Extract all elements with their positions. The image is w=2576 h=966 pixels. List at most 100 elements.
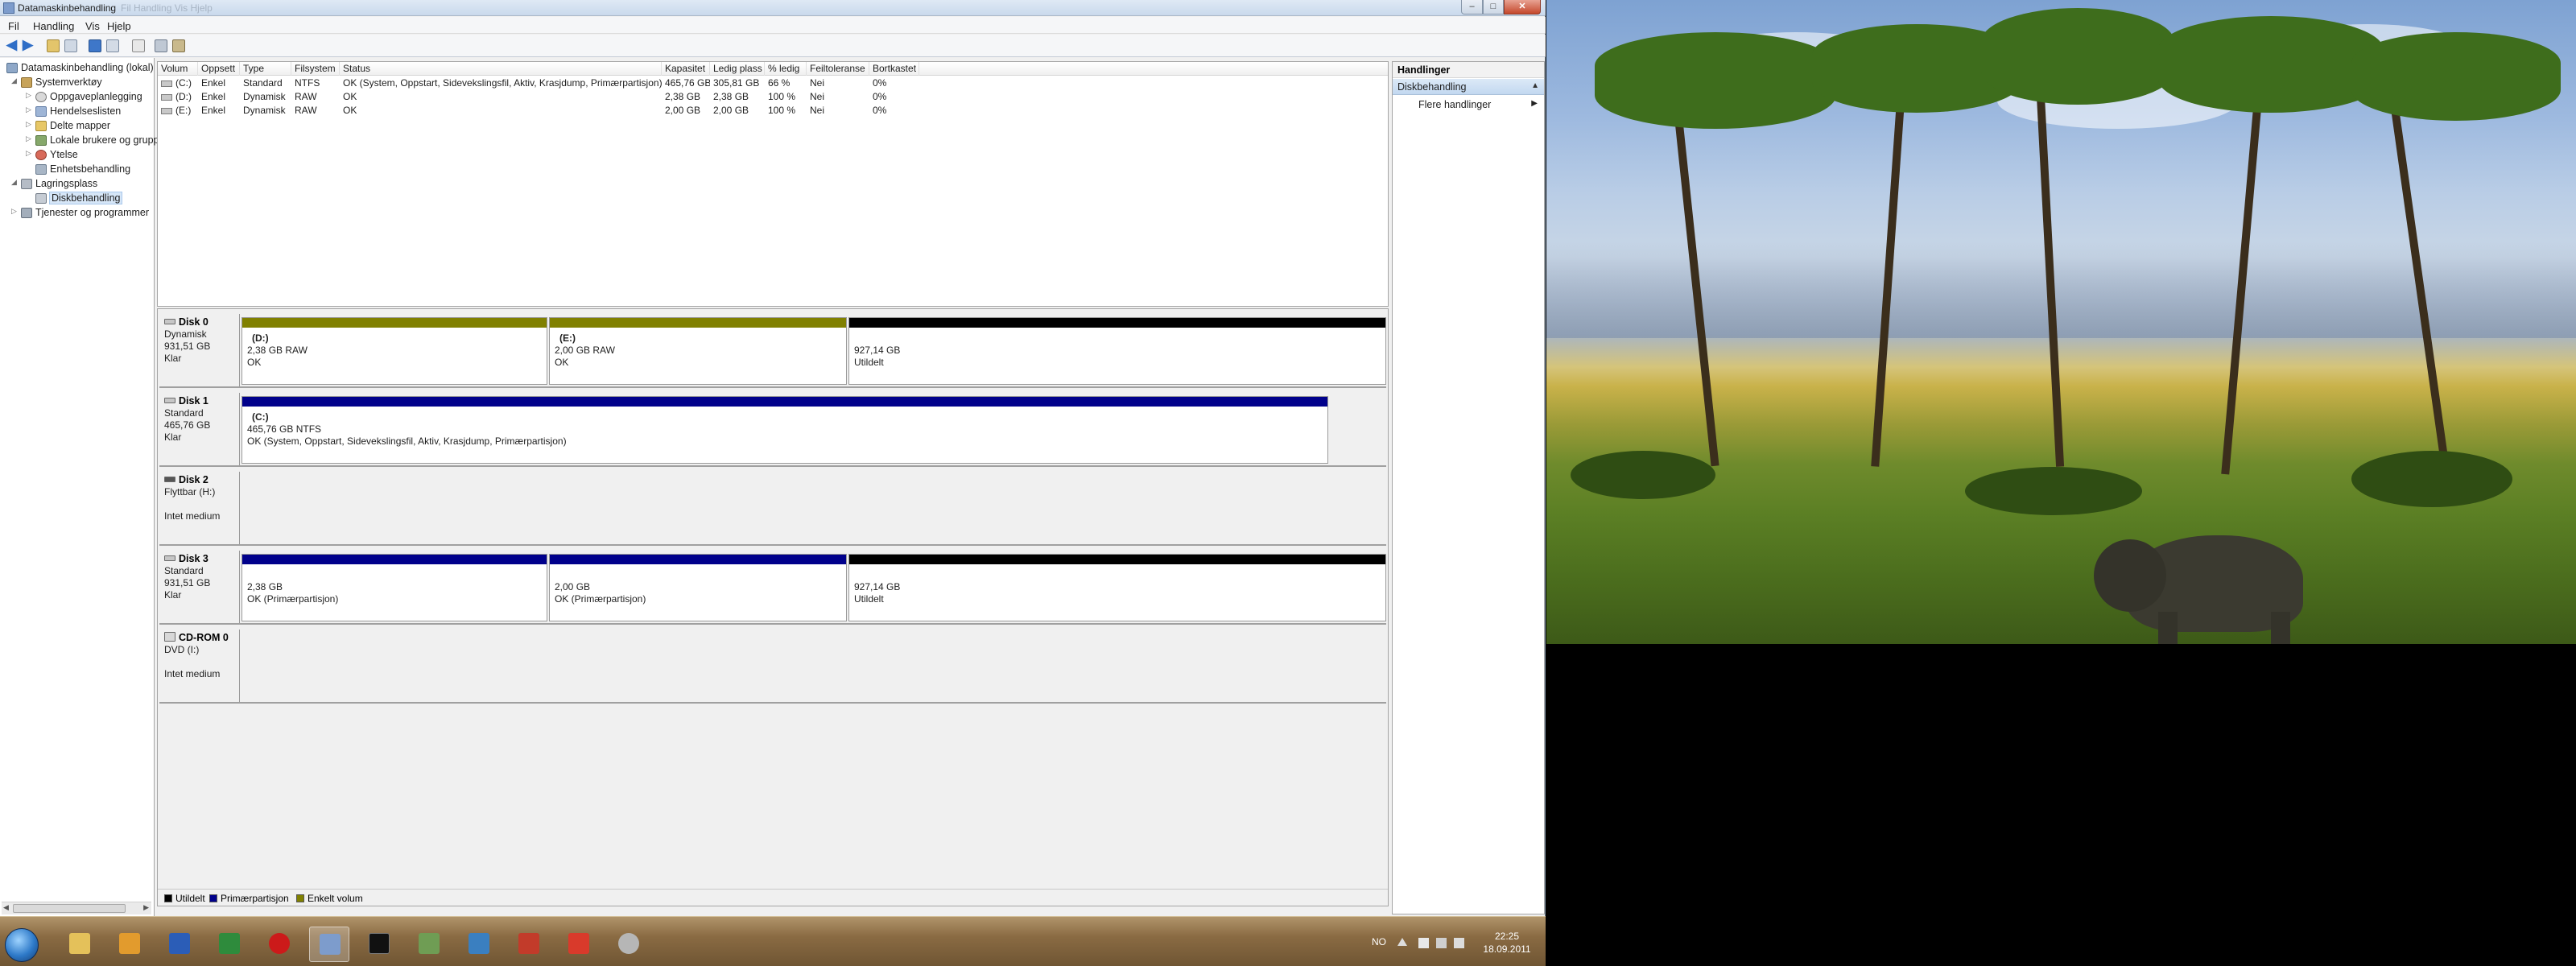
collapse-arrow-icon[interactable]: ◢: [11, 76, 17, 85]
clock-time: 22:25: [1494, 931, 1520, 942]
expand-arrow-icon[interactable]: ▷: [26, 134, 31, 143]
partition-e[interactable]: (E:) 2,00 GB RAW OK: [549, 317, 847, 385]
clock[interactable]: 22:25 18.09.2011: [1475, 930, 1539, 956]
connect-icon[interactable]: [155, 39, 167, 52]
device-manager-icon: [35, 164, 47, 175]
disk-state: Intet medium: [164, 668, 221, 679]
taskbar-app-word[interactable]: [159, 927, 200, 962]
scroll-thumb[interactable]: [13, 904, 126, 913]
taskbar-app-control-panel[interactable]: [409, 927, 449, 962]
taskbar-app-explorer[interactable]: [60, 927, 100, 962]
properties-icon[interactable]: [106, 39, 119, 52]
more-actions-item[interactable]: Flere handlinger ▶: [1393, 97, 1544, 113]
partition-color-bar: [550, 555, 846, 564]
table-row[interactable]: (E:) Enkel Dynamisk RAW OK 2,00 GB 2,00 …: [158, 104, 1388, 118]
expand-arrow-icon[interactable]: ▷: [26, 91, 31, 100]
table-row[interactable]: (C:) Enkel Standard NTFS OK (System, Opp…: [158, 76, 1388, 90]
network-tray-icon[interactable]: [1436, 938, 1447, 948]
action-center-flag-icon[interactable]: [1418, 938, 1429, 948]
partition-status: OK (System, Oppstart, Sidevekslingsfil, …: [247, 436, 567, 447]
up-folder-icon[interactable]: [47, 39, 60, 52]
disk-label[interactable]: CD-ROM 0 DVD (I:) Intet medium: [159, 630, 240, 702]
expand-arrow-icon[interactable]: ▷: [11, 207, 17, 216]
column-header-volume[interactable]: Volum: [158, 62, 198, 76]
disk-label[interactable]: Disk 2 Flyttbar (H:) Intet medium: [159, 472, 240, 544]
taskbar-app-tools[interactable]: [609, 927, 649, 962]
menu-help[interactable]: Hjelp: [107, 20, 131, 32]
menu-file[interactable]: Fil: [8, 20, 19, 32]
table-row[interactable]: (D:) Enkel Dynamisk RAW OK 2,38 GB 2,38 …: [158, 90, 1388, 104]
menu-view[interactable]: Vis: [85, 20, 100, 32]
start-button[interactable]: [5, 928, 39, 962]
partition-size: 2,38 GB RAW: [247, 345, 308, 356]
taskbar-app-remote-desktop[interactable]: [459, 927, 499, 962]
taskbar-app-kaspersky[interactable]: [559, 927, 599, 962]
window-title: Datamaskinbehandling: [18, 2, 117, 14]
disk-row-disk-3[interactable]: Disk 3 Standard 931,51 GB Klar 2,38 GB O…: [159, 551, 1386, 625]
network-icon: [320, 934, 341, 955]
taskbar-app-game[interactable]: [509, 927, 549, 962]
disk-row-cdrom-0[interactable]: CD-ROM 0 DVD (I:) Intet medium: [159, 630, 1386, 704]
taskbar-app-outlook[interactable]: [109, 927, 150, 962]
disk-label[interactable]: Disk 1 Standard 465,76 GB Klar: [159, 393, 240, 465]
scroll-left-icon[interactable]: ◀: [3, 903, 9, 912]
help-icon[interactable]: [89, 39, 101, 52]
column-header-status[interactable]: Status: [340, 62, 662, 76]
partition-title: (C:): [252, 411, 269, 423]
column-header-capacity[interactable]: Kapasitet: [662, 62, 710, 76]
collapse-arrow-icon[interactable]: ◢: [11, 178, 17, 187]
cell-status: OK: [343, 91, 357, 102]
expand-arrow-icon[interactable]: ▷: [26, 120, 31, 129]
partition-d[interactable]: (D:) 2,38 GB RAW OK: [242, 317, 547, 385]
show-hidden-icons-icon[interactable]: [1397, 938, 1407, 946]
taskbar-strip: NO 22:25 18.09.2011: [0, 916, 1546, 966]
scroll-right-icon[interactable]: ▶: [143, 903, 149, 912]
forward-arrow-icon[interactable]: ▶: [23, 38, 33, 52]
disk-label[interactable]: Disk 3 Standard 931,51 GB Klar: [159, 551, 240, 623]
cell-status: OK (System, Oppstart, Sidevekslingsfil, …: [343, 77, 662, 89]
expand-arrow-icon[interactable]: ▷: [26, 149, 31, 158]
expand-arrow-icon[interactable]: ▷: [26, 105, 31, 114]
cell-filesystem: NTFS: [295, 77, 320, 89]
partition-primary[interactable]: 2,38 GB OK (Primærpartisjon): [242, 554, 547, 621]
menu-action[interactable]: Handling: [33, 20, 74, 32]
cell-layout: Enkel: [201, 105, 226, 116]
column-header-fault-tolerance[interactable]: Feiltoleranse: [807, 62, 869, 76]
column-header-free-space[interactable]: Ledig plass: [710, 62, 765, 76]
tree-horizontal-scrollbar[interactable]: ◀ ▶: [2, 902, 151, 914]
partition-c[interactable]: (C:) 465,76 GB NTFS OK (System, Oppstart…: [242, 396, 1328, 464]
disk-row-disk-1[interactable]: Disk 1 Standard 465,76 GB Klar (C:) 465,…: [159, 393, 1386, 467]
disk-row-disk-0[interactable]: Disk 0 Dynamisk 931,51 GB Klar (D:) 2,38…: [159, 314, 1386, 388]
cell-volume: (C:): [175, 77, 192, 89]
volume-icon[interactable]: [1454, 938, 1464, 948]
disk-size: 931,51 GB: [164, 577, 211, 588]
refresh-icon[interactable]: [132, 39, 145, 52]
column-header-percent-free[interactable]: % ledig: [765, 62, 807, 76]
show-hide-tree-icon[interactable]: [64, 39, 77, 52]
disk-row-disk-2[interactable]: Disk 2 Flyttbar (H:) Intet medium: [159, 472, 1386, 546]
taskbar-app-computer-management[interactable]: [309, 927, 349, 962]
minimize-button[interactable]: –: [1461, 0, 1483, 14]
partition-unallocated[interactable]: 927,14 GB Utildelt: [848, 554, 1386, 621]
taskbar-app-excel[interactable]: [209, 927, 250, 962]
back-arrow-icon[interactable]: ◀: [6, 38, 17, 52]
title-bar[interactable]: Datamaskinbehandling Fil Handling Vis Hj…: [0, 0, 1546, 16]
partition-title: (D:): [252, 332, 269, 344]
language-indicator[interactable]: NO: [1372, 936, 1386, 947]
maximize-button[interactable]: □: [1483, 0, 1504, 14]
partition-primary[interactable]: 2,00 GB OK (Primærpartisjon): [549, 554, 847, 621]
performance-icon: [35, 150, 47, 160]
settings-icon[interactable]: [172, 39, 185, 52]
column-header-filesystem[interactable]: Filsystem: [291, 62, 340, 76]
taskbar-app-cmd[interactable]: [359, 927, 399, 962]
taskbar-app-opera[interactable]: [259, 927, 299, 962]
close-button[interactable]: ✕: [1504, 0, 1541, 14]
disk-label[interactable]: Disk 0 Dynamisk 931,51 GB Klar: [159, 314, 240, 386]
column-header-type[interactable]: Type: [240, 62, 291, 76]
collapse-icon[interactable]: ▲: [1531, 81, 1539, 90]
outlook-icon: [119, 933, 140, 954]
column-header-overhead[interactable]: Bortkastet: [869, 62, 919, 76]
column-header-layout[interactable]: Oppsett: [198, 62, 240, 76]
actions-section-disk-management[interactable]: Diskbehandling ▲: [1393, 79, 1544, 95]
partition-unallocated[interactable]: 927,14 GB Utildelt: [848, 317, 1386, 385]
